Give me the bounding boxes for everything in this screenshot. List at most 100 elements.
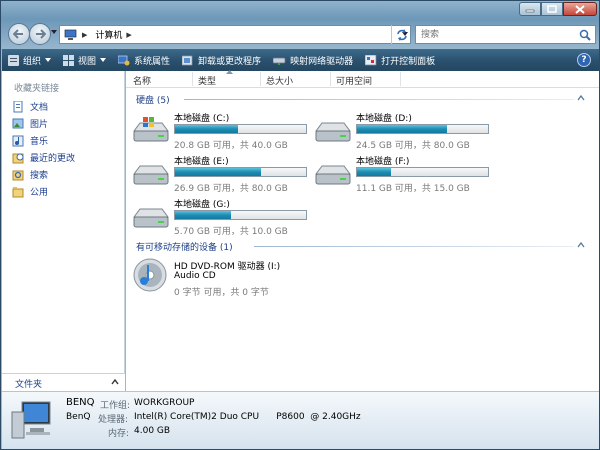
recent-pages-dropdown-icon[interactable] xyxy=(51,30,57,34)
nav-item-label: 搜索 xyxy=(30,171,49,181)
drive-e[interactable]: 本地磁盘 (E:) 26.9 GB 可用，共 80.0 GB xyxy=(132,154,312,198)
column-divider[interactable] xyxy=(260,72,261,86)
details-pane: BENQ 工作组: WORKGROUP BenQ 处理器: Intel(R) C… xyxy=(2,391,599,449)
network-drive-icon xyxy=(273,55,286,66)
nav-item-label: 公用 xyxy=(30,188,49,198)
computer-model: BenQ xyxy=(66,412,91,422)
collapse-group-icon[interactable] xyxy=(577,95,585,101)
search-input[interactable] xyxy=(416,26,566,43)
drive-space-info: 11.1 GB 可用，共 15.0 GB xyxy=(356,184,470,194)
drive-usage-bar xyxy=(174,167,307,177)
processor-value: Intel(R) Core(TM)2 Duo CPU P8600 @ 2.40G… xyxy=(134,412,361,422)
nav-item-label: 图片 xyxy=(30,120,49,130)
column-divider[interactable] xyxy=(400,72,401,86)
drive-usage-bar xyxy=(356,124,489,134)
drive-name: 本地磁盘 (C:) xyxy=(174,114,230,124)
chevron-up-icon xyxy=(111,379,119,385)
audio-cd-icon xyxy=(133,258,167,292)
maximize-button[interactable] xyxy=(541,2,563,16)
map-network-drive-button[interactable]: 映射网络驱动器 xyxy=(267,49,359,71)
group-divider xyxy=(254,246,574,247)
views-label: 视图 xyxy=(78,56,97,67)
nav-item-searches[interactable]: 搜索 xyxy=(12,166,75,183)
help-button[interactable]: ? xyxy=(577,53,591,67)
organize-icon xyxy=(8,54,19,66)
uninstall-icon xyxy=(182,55,194,66)
drive-space-info: 24.5 GB 可用，共 80.0 GB xyxy=(356,141,470,151)
column-total-size[interactable]: 总大小 xyxy=(266,74,293,87)
nav-item-recent-changes[interactable]: 最近的更改 xyxy=(12,149,75,166)
drive-usage-fill xyxy=(175,168,262,176)
refresh-button[interactable] xyxy=(391,25,411,44)
sort-arrow-icon xyxy=(226,70,233,74)
disc-label: Audio CD xyxy=(174,271,216,281)
recent-changes-icon xyxy=(12,152,26,164)
forward-button[interactable] xyxy=(29,23,51,45)
breadcrumb-separator-icon[interactable]: ▶ xyxy=(126,31,131,39)
column-name[interactable]: 名称 xyxy=(133,74,151,87)
workgroup-value: WORKGROUP xyxy=(134,398,195,408)
favorite-links-heading: 收藏夹链接 xyxy=(14,84,60,94)
drive-usage-fill xyxy=(357,125,448,133)
nav-item-label: 文档 xyxy=(30,103,49,113)
minimize-button[interactable] xyxy=(519,2,541,16)
nav-item-music[interactable]: 音乐 xyxy=(12,132,75,149)
organize-button[interactable]: 组织 xyxy=(2,49,57,71)
folders-toggle[interactable]: 文件夹 xyxy=(2,373,125,391)
chevron-down-icon xyxy=(45,58,52,62)
column-type[interactable]: 类型 xyxy=(198,74,216,87)
file-list: 名称 类型 总大小 可用空间 硬盘 (5) 本地磁盘 (C:) 20.8 GB … xyxy=(126,70,599,391)
uninstall-label: 卸载或更改程序 xyxy=(198,56,262,67)
views-icon xyxy=(63,54,75,66)
drive-space-info: 20.8 GB 可用，共 40.0 GB xyxy=(174,141,288,151)
breadcrumb-computer[interactable]: 计算机 xyxy=(95,28,122,41)
processor-key: 处理器: xyxy=(98,415,129,425)
memory-key: 内存: xyxy=(108,429,130,439)
forward-arrow-icon xyxy=(36,29,46,39)
nav-item-label: 音乐 xyxy=(30,137,49,147)
control-panel-label: 打开控制面板 xyxy=(381,56,436,67)
control-panel-icon xyxy=(365,54,377,66)
computer-icon xyxy=(11,401,51,439)
address-bar[interactable]: ▶ 计算机 ▶ xyxy=(59,25,411,44)
back-button[interactable] xyxy=(8,23,30,45)
nav-item-pictures[interactable]: 图片 xyxy=(12,115,75,132)
nav-item-documents[interactable]: 文档 xyxy=(12,98,75,115)
back-arrow-icon xyxy=(13,29,23,39)
drive-usage-bar xyxy=(174,210,307,220)
close-button[interactable] xyxy=(563,2,597,16)
windows-drive-icon xyxy=(133,117,169,142)
search-box[interactable] xyxy=(415,25,596,44)
group-header-removable-storage[interactable]: 有可移动存储的设备 (1) xyxy=(136,240,233,253)
system-properties-icon xyxy=(118,55,130,66)
uninstall-button[interactable]: 卸载或更改程序 xyxy=(176,49,267,71)
help-icon: ? xyxy=(581,55,587,65)
drive-f[interactable]: 本地磁盘 (F:) 11.1 GB 可用，共 15.0 GB xyxy=(314,154,494,198)
drive-c[interactable]: 本地磁盘 (C:) 20.8 GB 可用，共 40.0 GB xyxy=(132,111,312,155)
memory-value: 4.00 GB xyxy=(134,426,171,436)
documents-icon xyxy=(12,100,26,113)
column-divider[interactable] xyxy=(192,72,193,86)
drive-space-info: 0 字节 可用，共 0 字节 xyxy=(174,288,269,298)
group-header-hard-disks[interactable]: 硬盘 (5) xyxy=(136,93,170,106)
public-icon xyxy=(12,186,26,198)
system-properties-button[interactable]: 系统属性 xyxy=(112,49,176,71)
drive-g[interactable]: 本地磁盘 (G:) 5.70 GB 可用，共 10.0 GB xyxy=(132,197,312,241)
collapse-group-icon[interactable] xyxy=(577,242,585,248)
views-button[interactable]: 视图 xyxy=(57,49,112,71)
computer-name: BENQ xyxy=(66,397,95,408)
drive-name: 本地磁盘 (G:) xyxy=(174,200,230,210)
drive-space-info: 5.70 GB 可用，共 10.0 GB xyxy=(174,227,288,237)
drive-d[interactable]: 本地磁盘 (D:) 24.5 GB 可用，共 80.0 GB xyxy=(314,111,494,155)
search-icon[interactable] xyxy=(579,29,591,41)
hard-drive-icon xyxy=(133,165,169,185)
column-divider[interactable] xyxy=(330,72,331,86)
column-free-space[interactable]: 可用空间 xyxy=(336,74,372,87)
breadcrumb-separator-icon[interactable]: ▶ xyxy=(82,31,87,39)
computer-icon xyxy=(64,29,77,40)
hard-drive-icon xyxy=(315,122,351,142)
control-panel-button[interactable]: 打开控制面板 xyxy=(359,49,441,71)
dvd-drive-i[interactable]: HD DVD-ROM 驱动器 (I:) Audio CD 0 字节 可用，共 0… xyxy=(132,257,432,307)
drive-name: 本地磁盘 (F:) xyxy=(356,157,410,167)
nav-item-public[interactable]: 公用 xyxy=(12,183,75,200)
